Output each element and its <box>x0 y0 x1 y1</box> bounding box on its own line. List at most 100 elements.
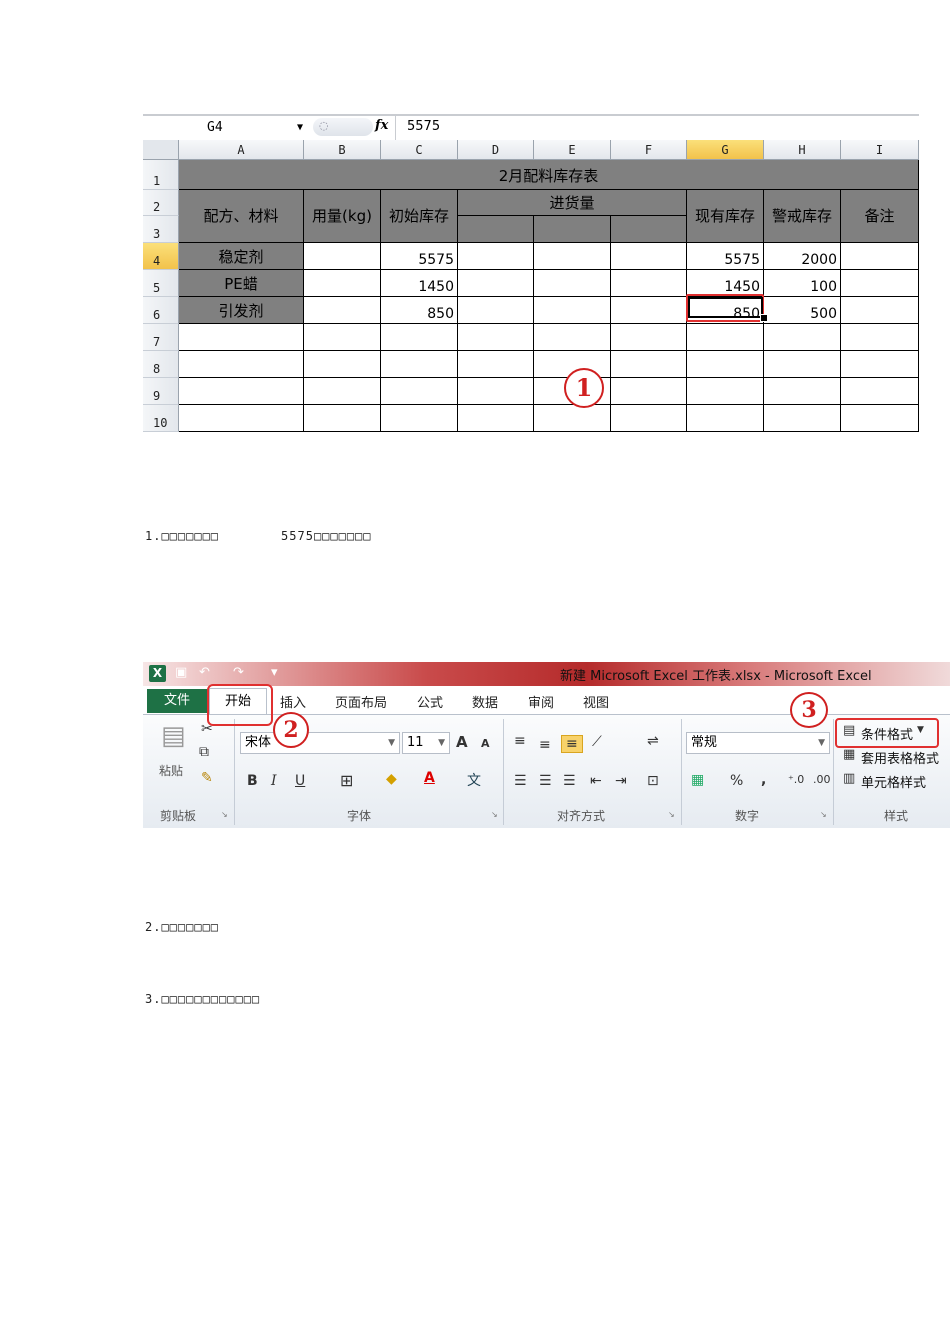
cell-f10[interactable] <box>611 405 687 432</box>
align-left-icon[interactable]: ☰ <box>514 773 527 789</box>
cell-c7[interactable] <box>381 324 458 351</box>
cell-f7[interactable] <box>611 324 687 351</box>
align-right-icon[interactable]: ☰ <box>563 773 576 789</box>
row-header-8[interactable]: 8 <box>143 351 179 378</box>
header-incoming[interactable]: 进货量 <box>458 190 687 216</box>
cell-d7[interactable] <box>458 324 534 351</box>
column-header-b[interactable]: B <box>304 140 381 160</box>
comma-button[interactable]: , <box>761 772 766 788</box>
formula-cancel-button[interactable]: ◌ <box>313 118 373 136</box>
cell-h8[interactable] <box>764 351 841 378</box>
cell-h6[interactable]: 500 <box>764 297 841 324</box>
cell-f9[interactable] <box>611 378 687 405</box>
header-note[interactable]: 备注 <box>841 190 919 243</box>
decrease-indent-icon[interactable]: ⇤ <box>590 773 602 789</box>
name-box-dropdown-icon[interactable]: ▼ <box>297 118 303 138</box>
customize-toolbar-icon[interactable]: ▾ <box>271 665 278 680</box>
cell-c9[interactable] <box>381 378 458 405</box>
row-header-4[interactable]: 4 <box>143 243 179 270</box>
dialog-launcher-icon[interactable]: ↘ <box>820 810 827 819</box>
column-header-e[interactable]: E <box>534 140 611 160</box>
select-all-corner[interactable] <box>143 140 179 160</box>
align-top-icon[interactable]: ≡ <box>514 733 526 749</box>
cell-d4[interactable] <box>458 243 534 270</box>
currency-icon[interactable]: ▦ <box>691 772 704 788</box>
cell-i5[interactable] <box>841 270 919 297</box>
tab-page-layout[interactable]: 页面布局 <box>335 692 387 711</box>
increase-decimal-icon[interactable]: ⁺.0 <box>788 773 804 786</box>
cell-b5[interactable] <box>304 270 381 297</box>
cell-b4[interactable] <box>304 243 381 270</box>
cell-c10[interactable] <box>381 405 458 432</box>
cell-a7[interactable] <box>179 324 304 351</box>
tab-data[interactable]: 数据 <box>472 692 498 711</box>
cell-h5[interactable]: 100 <box>764 270 841 297</box>
wrap-text-icon[interactable]: ⇌ <box>647 733 659 749</box>
cell-f4[interactable] <box>611 243 687 270</box>
dialog-launcher-icon[interactable]: ↘ <box>668 810 675 819</box>
fill-color-icon[interactable]: ◆ <box>386 771 397 787</box>
cell-f5[interactable] <box>611 270 687 297</box>
cell-g9[interactable] <box>687 378 764 405</box>
column-header-f[interactable]: F <box>611 140 687 160</box>
cell-c5[interactable]: 1450 <box>381 270 458 297</box>
row-header-5[interactable]: 5 <box>143 270 179 297</box>
underline-icon[interactable]: U <box>295 773 305 789</box>
cell-h10[interactable] <box>764 405 841 432</box>
font-name-select[interactable]: 宋体 ▼ <box>240 732 400 754</box>
tab-file[interactable]: 文件 <box>147 689 207 713</box>
cell-a6[interactable]: 引发剂 <box>179 297 304 324</box>
align-middle-icon[interactable]: ≡ <box>539 737 551 753</box>
tab-insert[interactable]: 插入 <box>280 692 306 711</box>
cell-e7[interactable] <box>534 324 611 351</box>
cell-b6[interactable] <box>304 297 381 324</box>
cell-c8[interactable] <box>381 351 458 378</box>
column-header-h[interactable]: H <box>764 140 841 160</box>
name-box[interactable]: G4 ▼ <box>143 118 313 138</box>
save-icon[interactable]: ▣ <box>175 665 187 680</box>
cell-e4[interactable] <box>534 243 611 270</box>
borders-icon[interactable]: ⊞ <box>340 771 353 790</box>
column-header-i[interactable]: I <box>841 140 919 160</box>
format-painter-icon[interactable]: ✎ <box>201 770 213 786</box>
decrease-font-icon[interactable]: A <box>481 737 490 750</box>
insert-function-icon[interactable]: fx <box>375 118 388 133</box>
row-header-2[interactable]: 2 <box>143 190 179 216</box>
cell-h4[interactable]: 2000 <box>764 243 841 270</box>
cell-a5[interactable]: PE蜡 <box>179 270 304 297</box>
cell-e6[interactable] <box>534 297 611 324</box>
cell-d8[interactable] <box>458 351 534 378</box>
cell-a8[interactable] <box>179 351 304 378</box>
header-current-stock[interactable]: 现有库存 <box>687 190 764 243</box>
cell-e10[interactable] <box>534 405 611 432</box>
italic-icon[interactable]: I <box>271 773 277 789</box>
tab-formulas[interactable]: 公式 <box>417 692 443 711</box>
increase-font-icon[interactable]: A <box>456 733 468 751</box>
cell-a4[interactable]: 稳定剂 <box>179 243 304 270</box>
cell-b8[interactable] <box>304 351 381 378</box>
header-incoming-sub-e[interactable] <box>534 216 611 243</box>
phonetic-icon[interactable]: 文 <box>467 770 481 790</box>
cell-g5[interactable]: 1450 <box>687 270 764 297</box>
cell-g8[interactable] <box>687 351 764 378</box>
redo-icon[interactable]: ↷ <box>233 665 244 680</box>
row-header-3[interactable]: 3 <box>143 216 179 243</box>
cell-styles-icon[interactable]: ▥ <box>843 771 855 786</box>
table-format-icon[interactable]: ▦ <box>843 747 855 762</box>
font-color-icon[interactable]: A <box>424 770 435 786</box>
cell-c6[interactable]: 850 <box>381 297 458 324</box>
cell-h9[interactable] <box>764 378 841 405</box>
percent-button[interactable]: % <box>730 773 743 789</box>
cell-d6[interactable] <box>458 297 534 324</box>
row-header-9[interactable]: 9 <box>143 378 179 405</box>
title-cell[interactable]: 2月配料库存表 <box>179 160 919 190</box>
font-size-select[interactable]: 11 ▼ <box>402 732 450 754</box>
cell-i6[interactable] <box>841 297 919 324</box>
cell-h7[interactable] <box>764 324 841 351</box>
fill-handle[interactable] <box>760 314 768 322</box>
cell-d10[interactable] <box>458 405 534 432</box>
orientation-icon[interactable]: ⟋ <box>592 734 602 750</box>
cell-f8[interactable] <box>611 351 687 378</box>
cell-b7[interactable] <box>304 324 381 351</box>
cell-i8[interactable] <box>841 351 919 378</box>
